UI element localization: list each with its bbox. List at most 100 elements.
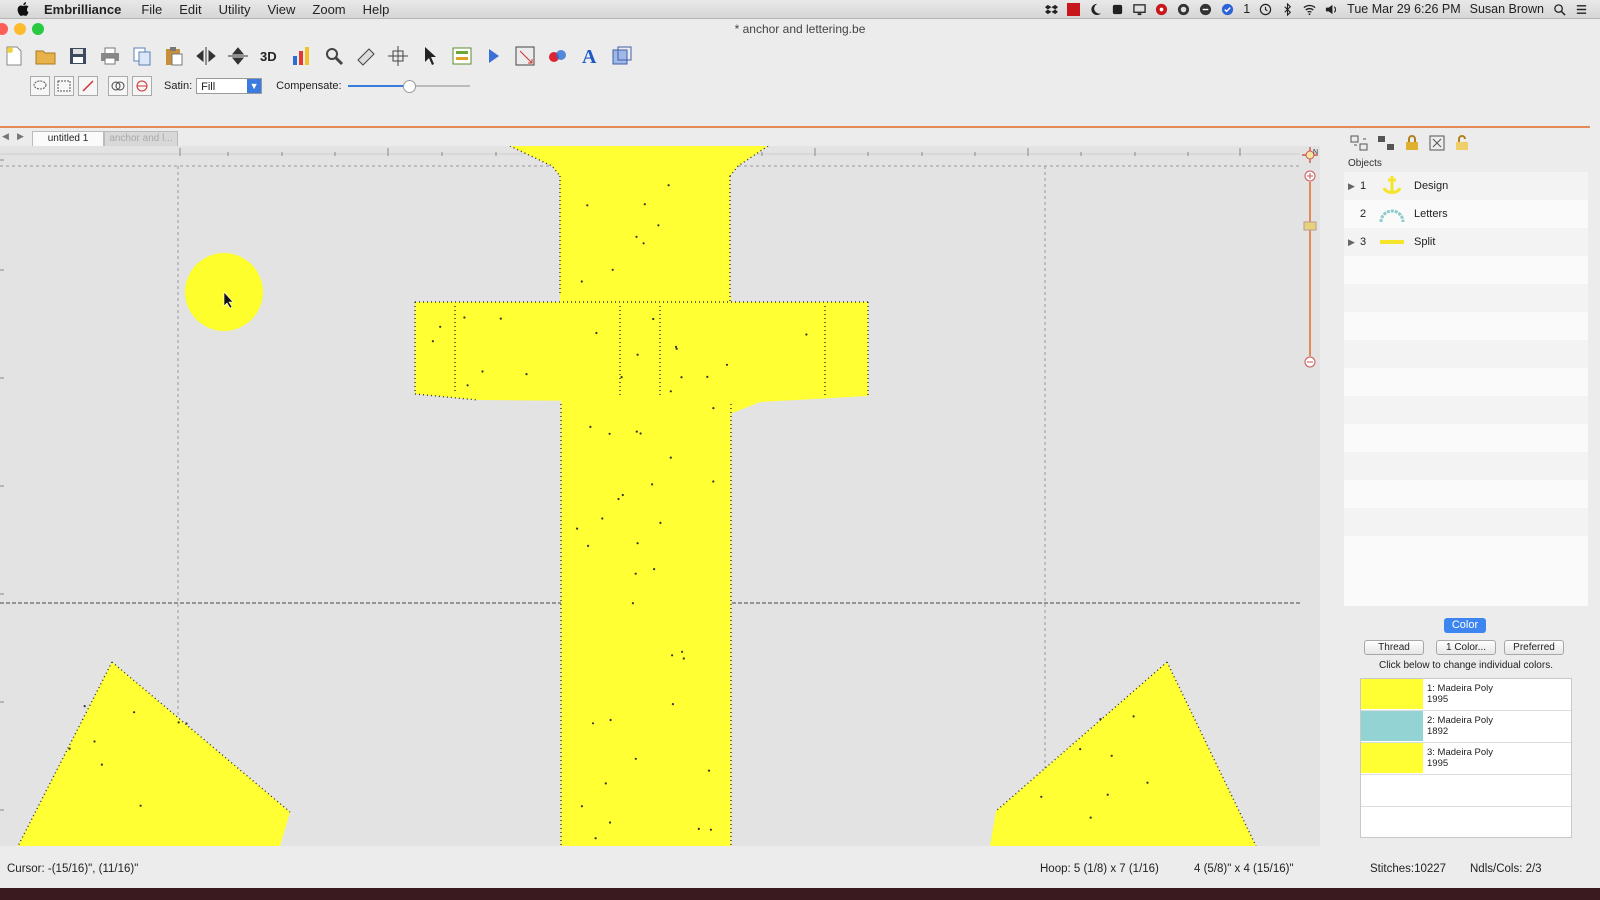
group-objects-button[interactable] bbox=[108, 76, 128, 96]
notification-center-icon[interactable] bbox=[1575, 3, 1588, 16]
lastpass-icon[interactable] bbox=[1155, 3, 1168, 16]
stitch-dot bbox=[697, 827, 700, 831]
anchor-shape[interactable] bbox=[18, 146, 1256, 846]
thread-row[interactable]: 1: Madeira Poly 1995 bbox=[1361, 679, 1571, 711]
tab-anchor-and-lettering[interactable]: anchor and l... bbox=[104, 131, 178, 147]
tab-untitled-1[interactable]: untitled 1 bbox=[32, 131, 104, 147]
svg-text:3D: 3D bbox=[260, 49, 277, 64]
thread-row[interactable]: 3: Madeira Poly 1995 bbox=[1361, 743, 1571, 775]
mirror-horizontal-button[interactable] bbox=[194, 44, 218, 68]
satin-dropdown[interactable]: Fill ▼ bbox=[196, 78, 263, 94]
thread-swatch[interactable] bbox=[1361, 679, 1423, 709]
zoom-slider-thumb[interactable] bbox=[1303, 221, 1317, 231]
thread-swatch[interactable] bbox=[1361, 711, 1423, 741]
design-canvas[interactable]: 0in bbox=[0, 146, 1320, 846]
thread-row[interactable]: 2: Madeira Poly 1892 bbox=[1361, 711, 1571, 743]
3d-view-button[interactable]: 3D bbox=[258, 44, 282, 68]
unlock-icon[interactable] bbox=[1454, 135, 1470, 151]
one-color-button[interactable]: 1 Color... bbox=[1436, 640, 1496, 655]
disclosure-triangle-icon[interactable]: ▶ bbox=[1348, 237, 1360, 248]
tab-scroll-left-icon[interactable]: ◀ bbox=[2, 131, 9, 142]
object-number: 3 bbox=[1360, 236, 1367, 248]
text-tool-button[interactable]: A bbox=[578, 44, 602, 68]
notification-badge-icon[interactable] bbox=[1221, 3, 1234, 16]
copy-button[interactable] bbox=[130, 44, 154, 68]
time-machine-icon[interactable] bbox=[1259, 3, 1272, 16]
stitch-chart-button[interactable] bbox=[290, 44, 314, 68]
needles-colors: Ndls/Cols: 2/3 bbox=[1470, 863, 1542, 875]
vertical-ruler bbox=[0, 159, 4, 811]
disclosure-triangle-icon[interactable]: ▶ bbox=[1348, 181, 1360, 192]
object-row-letters[interactable]: 2 Letters bbox=[1344, 200, 1588, 228]
object-row-design[interactable]: ▶ 1 Design bbox=[1344, 172, 1588, 200]
compensate-slider[interactable] bbox=[347, 79, 470, 93]
menubar-clock[interactable]: Tue Mar 29 6:26 PM bbox=[1347, 2, 1460, 16]
compensate-slider-thumb[interactable] bbox=[402, 80, 416, 93]
print-button[interactable] bbox=[98, 44, 122, 68]
play-stitchout-button[interactable] bbox=[482, 44, 506, 68]
thread-swatch[interactable] bbox=[1361, 743, 1423, 773]
delete-box-icon[interactable] bbox=[1429, 135, 1445, 151]
ungroup-icon[interactable] bbox=[1350, 135, 1368, 151]
menubar-user[interactable]: Susan Brown bbox=[1470, 2, 1544, 16]
stitch-dot bbox=[589, 425, 592, 428]
apple-icon[interactable] bbox=[16, 1, 32, 17]
moon-icon[interactable] bbox=[1089, 3, 1102, 16]
preferred-button[interactable]: Preferred bbox=[1504, 640, 1564, 655]
lasso-select-button[interactable] bbox=[30, 76, 50, 96]
evernote-icon[interactable] bbox=[1111, 3, 1124, 16]
red-square-icon[interactable] bbox=[1067, 2, 1081, 16]
line-draw-button[interactable] bbox=[78, 76, 98, 96]
new-file-button[interactable] bbox=[2, 44, 26, 68]
design-drawing[interactable]: 0in bbox=[0, 146, 1320, 846]
stitch-count: Stitches:10227 bbox=[1370, 863, 1447, 875]
volume-icon[interactable] bbox=[1325, 3, 1338, 16]
group-icon[interactable] bbox=[1377, 135, 1395, 151]
dropbox-icon[interactable] bbox=[1045, 3, 1059, 16]
menu-app-name[interactable]: Embrilliance bbox=[44, 2, 121, 17]
select-arrow-button[interactable] bbox=[418, 44, 442, 68]
menu-view[interactable]: View bbox=[267, 2, 295, 17]
object-row-split[interactable]: ▶ 3 Split bbox=[1344, 228, 1588, 256]
menu-utility[interactable]: Utility bbox=[219, 2, 251, 17]
split-objects-button[interactable] bbox=[132, 76, 152, 96]
ruler-button[interactable] bbox=[354, 44, 378, 68]
wifi-icon[interactable] bbox=[1303, 3, 1316, 16]
menu-bar: Embrilliance File Edit Utility View Zoom… bbox=[0, 0, 1600, 19]
spotlight-search-icon[interactable] bbox=[1553, 3, 1566, 16]
toolbar-divider bbox=[0, 126, 1590, 128]
grid-properties-button[interactable] bbox=[450, 44, 474, 68]
stitch-dot bbox=[608, 821, 612, 824]
magnifier-icon[interactable] bbox=[322, 44, 346, 68]
rectangle-select-button[interactable] bbox=[54, 76, 74, 96]
menu-help[interactable]: Help bbox=[363, 2, 390, 17]
save-button[interactable] bbox=[66, 44, 90, 68]
zoom-slider[interactable]: N bbox=[1299, 146, 1320, 386]
applique-button[interactable] bbox=[610, 44, 634, 68]
anchor-left-fluke[interactable] bbox=[18, 662, 290, 846]
cloud-icon[interactable] bbox=[1177, 3, 1190, 16]
bluetooth-icon[interactable] bbox=[1281, 2, 1294, 16]
stitch-dot bbox=[681, 650, 684, 653]
menu-file[interactable]: File bbox=[141, 2, 162, 17]
split-thumbnail-icon bbox=[1380, 240, 1404, 244]
paste-button[interactable] bbox=[162, 44, 186, 68]
stitch-dot bbox=[642, 242, 645, 245]
stitch-dot bbox=[657, 224, 660, 227]
resize-design-button[interactable] bbox=[514, 44, 538, 68]
mirror-vertical-button[interactable] bbox=[226, 44, 250, 68]
tab-color[interactable]: Color bbox=[1444, 618, 1486, 633]
display-icon[interactable] bbox=[1133, 3, 1146, 16]
anchor-right-fluke[interactable] bbox=[990, 662, 1256, 846]
hoop-center-button[interactable] bbox=[386, 44, 410, 68]
document-tab-bar: ◀ ▶ untitled 1 anchor and l... bbox=[0, 130, 1320, 147]
lock-icon[interactable] bbox=[1404, 135, 1420, 151]
open-folder-button[interactable] bbox=[34, 44, 58, 68]
sync-icon[interactable] bbox=[1199, 3, 1212, 16]
menu-zoom[interactable]: Zoom bbox=[312, 2, 345, 17]
tab-scroll-right-icon[interactable]: ▶ bbox=[17, 131, 24, 142]
menu-edit[interactable]: Edit bbox=[179, 2, 201, 17]
thread-button[interactable]: Thread bbox=[1364, 640, 1424, 655]
anchor-crossbar[interactable] bbox=[415, 302, 868, 414]
color-sort-button[interactable] bbox=[546, 44, 570, 68]
